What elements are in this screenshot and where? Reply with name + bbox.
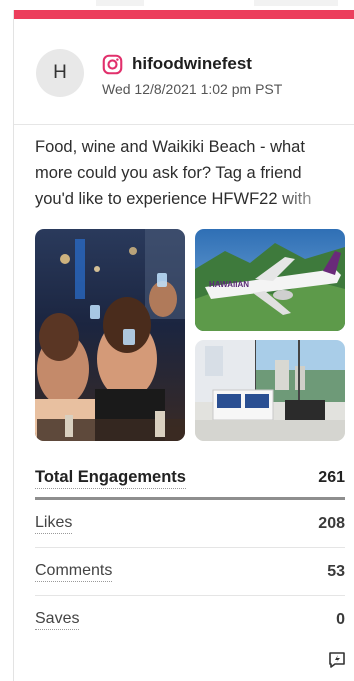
post-date: Wed 12/8/2021 1:02 pm PST — [102, 81, 283, 97]
text-fade-overlay — [276, 186, 354, 214]
stat-row-likes: Likes 208 — [35, 500, 345, 548]
comments-value: 53 — [327, 562, 345, 580]
engagement-stats: Total Engagements 261 Likes 208 Comments… — [35, 459, 345, 644]
stat-row-saves: Saves 0 — [35, 596, 345, 644]
hotel-room-photo[interactable] — [195, 340, 345, 441]
total-engagements-row: Total Engagements 261 — [35, 459, 345, 500]
quick-reply-icon[interactable] — [327, 650, 347, 670]
tab-stub — [254, 0, 338, 6]
post-card: H hifoodwinefest Wed 12/8/2021 1:02 pm P… — [13, 10, 354, 681]
party-photo-image — [35, 229, 185, 441]
card-accent-bar — [14, 10, 354, 19]
hotel-room-photo-image — [195, 340, 345, 441]
stat-row-comments: Comments 53 — [35, 548, 345, 596]
total-engagements-value: 261 — [318, 469, 345, 486]
airplane-photo-image: HAWAIIAN — [195, 229, 345, 331]
likes-label[interactable]: Likes — [35, 514, 73, 534]
likes-value: 208 — [318, 514, 345, 532]
tab-stub — [96, 0, 144, 6]
airline-logo-text: HAWAIIAN — [209, 280, 249, 289]
account-name[interactable]: hifoodwinefest — [132, 54, 252, 74]
avatar[interactable]: H — [36, 49, 84, 97]
saves-value: 0 — [336, 611, 345, 628]
party-photo[interactable] — [35, 229, 185, 441]
top-strip — [0, 0, 354, 10]
comments-label[interactable]: Comments — [35, 562, 113, 582]
airplane-photo[interactable]: HAWAIIAN — [195, 229, 345, 331]
saves-label[interactable]: Saves — [35, 610, 80, 630]
post-header: H hifoodwinefest Wed 12/8/2021 1:02 pm P… — [14, 19, 354, 125]
instagram-icon — [102, 54, 123, 75]
total-engagements-label[interactable]: Total Engagements — [35, 468, 186, 489]
avatar-initial: H — [53, 62, 67, 83]
